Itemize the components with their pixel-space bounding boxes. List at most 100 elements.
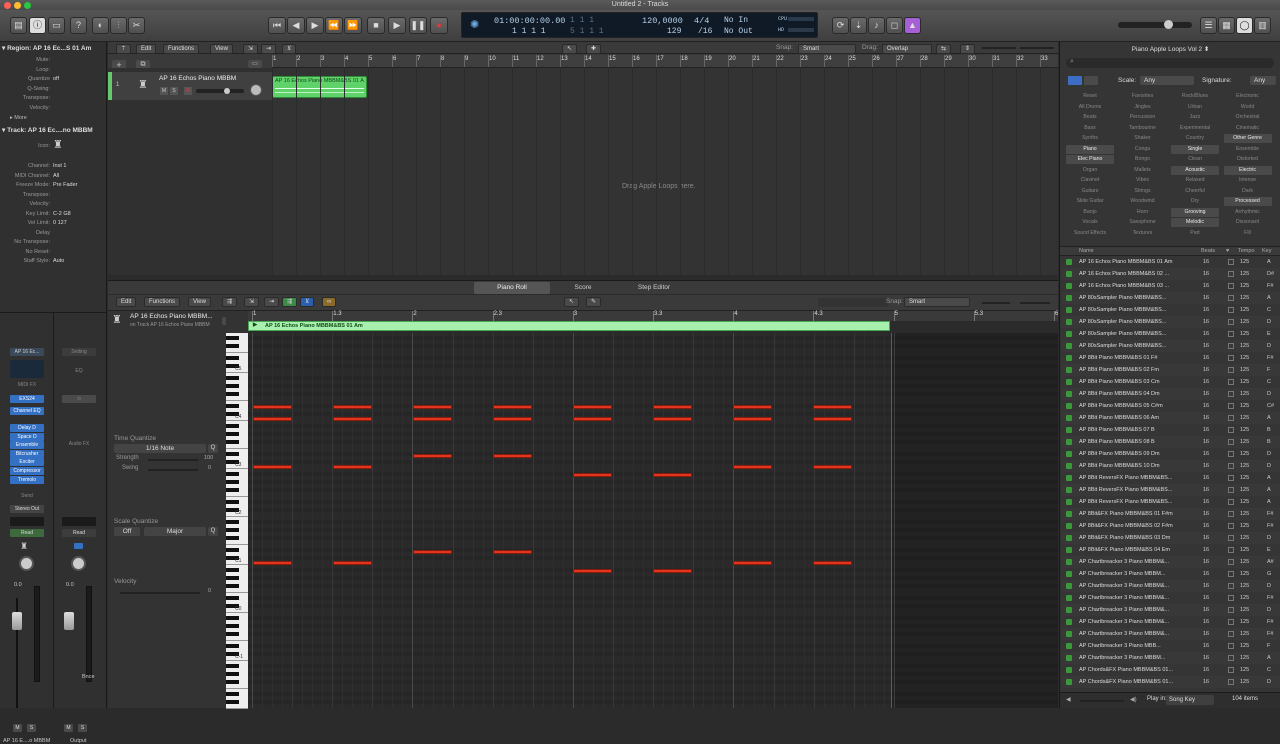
close-window-button[interactable] xyxy=(4,2,11,9)
snap-select[interactable]: Smart xyxy=(904,297,970,307)
quantize-button[interactable]: Q xyxy=(208,444,218,453)
automation-read-button[interactable]: Read xyxy=(10,529,44,537)
pencil-tool-icon[interactable]: ✚ xyxy=(586,44,602,54)
track-header-1[interactable]: 1 ♜ AP 16 Echos Piano MBBM M S R xyxy=(108,72,272,100)
view-menu[interactable]: View xyxy=(210,44,233,54)
inspector-button[interactable]: ⓘ xyxy=(29,17,46,34)
send-slot[interactable]: Send xyxy=(10,492,44,500)
keyword-button[interactable]: Orchestral xyxy=(1224,113,1272,122)
global-tracks-toggle[interactable]: ▭ xyxy=(248,60,262,68)
channel-eq-slot[interactable]: Channel EQ xyxy=(10,407,44,415)
play-in-select[interactable]: Song Key xyxy=(1166,695,1214,705)
favorite-checkbox[interactable] xyxy=(1228,391,1234,397)
region-param-row[interactable]: Mute: xyxy=(2,56,104,65)
black-key[interactable] xyxy=(226,404,239,408)
black-key[interactable] xyxy=(226,596,239,600)
loop-list-item[interactable]: AP 8Bit Piano MBBM&BS 03 Cm 16 125 C xyxy=(1062,376,1280,388)
favorite-checkbox[interactable] xyxy=(1228,655,1234,661)
cycle-icon[interactable]: ⟳ xyxy=(832,17,849,34)
loop-list-item[interactable]: AP 8Bit ReversFX Piano MBBM&BS... 16 125 A xyxy=(1062,496,1280,508)
keyword-button[interactable]: Rock/Blues xyxy=(1171,92,1219,101)
column-tempo-header[interactable]: Tempo xyxy=(1238,248,1255,254)
keyword-button[interactable]: Bass xyxy=(1066,124,1114,133)
loop-list-item[interactable]: AP 8Bit Piano MBBM&BS 09 Dm 16 125 D xyxy=(1062,448,1280,460)
loop-list-item[interactable]: AP 8Bit Piano MBBM&BS 02 Fm 16 125 F xyxy=(1062,364,1280,376)
piano-roll-grid[interactable] xyxy=(248,333,1058,708)
keyword-button[interactable]: Sound Effects xyxy=(1066,229,1114,238)
prev-marker-icon[interactable]: ◀ xyxy=(287,17,305,34)
black-key[interactable] xyxy=(226,576,239,580)
favorite-checkbox[interactable] xyxy=(1228,535,1234,541)
black-key[interactable] xyxy=(226,568,239,572)
favorite-checkbox[interactable] xyxy=(1228,547,1234,553)
track-pan-knob[interactable] xyxy=(250,84,262,96)
lcd-display[interactable]: ✺ 01:00:00:00.00 1 1 1 1 1 1 1 5 1 1 1 1… xyxy=(461,12,818,38)
loop-browser-icon[interactable]: ◯ xyxy=(1236,17,1253,34)
favorite-checkbox[interactable] xyxy=(1228,499,1234,505)
track-param-row[interactable]: Key Limit: C-2 G8 xyxy=(2,210,104,219)
track-param-row[interactable]: Delay xyxy=(2,229,104,238)
midi-note[interactable] xyxy=(333,417,372,421)
loop-list-item[interactable]: AP Chartbreacker 3 Piano MBBM&... 16 125 F# xyxy=(1062,592,1280,604)
keyword-button[interactable]: Conga xyxy=(1119,145,1167,154)
favorite-checkbox[interactable] xyxy=(1228,643,1234,649)
black-key[interactable] xyxy=(226,432,239,436)
metronome-click-icon[interactable]: ▲ xyxy=(904,17,921,34)
browser-icon[interactable]: ▥ xyxy=(1254,17,1271,34)
black-key[interactable] xyxy=(226,584,239,588)
loop-list-item[interactable]: AP 16 Echos Piano MBBM&BS 03 ... 16 125 F# xyxy=(1062,280,1280,292)
black-key[interactable] xyxy=(226,488,239,492)
midi-note[interactable] xyxy=(253,561,292,565)
keyword-button[interactable]: Intense xyxy=(1224,176,1272,185)
scale-quantize-root-select[interactable]: Off xyxy=(114,527,140,536)
functions-menu[interactable]: Functions xyxy=(163,44,200,54)
keyword-button[interactable]: Electric xyxy=(1223,165,1272,175)
volume-fader[interactable] xyxy=(64,612,74,630)
black-key[interactable] xyxy=(226,624,239,628)
loop-list-item[interactable]: AP Chartbreacker 3 Piano MBB... 16 125 F xyxy=(1062,640,1280,652)
keyword-button[interactable]: Textures xyxy=(1119,229,1167,238)
keyword-button[interactable]: Favorites xyxy=(1119,92,1167,101)
black-key[interactable] xyxy=(226,356,239,360)
keyword-button[interactable]: Clean xyxy=(1171,155,1219,164)
scale-quantize-scale-select[interactable]: Major xyxy=(144,527,206,536)
favorite-checkbox[interactable] xyxy=(1228,367,1234,373)
track-param-value[interactable]: All xyxy=(53,172,59,181)
keyword-button[interactable]: Strings xyxy=(1119,187,1167,196)
favorite-checkbox[interactable] xyxy=(1228,595,1234,601)
notepad-icon[interactable]: ▦ xyxy=(1218,17,1235,34)
region-param-value[interactable]: off xyxy=(53,75,59,84)
black-key[interactable] xyxy=(226,500,239,504)
zoom-window-button[interactable] xyxy=(24,2,31,9)
midi-note[interactable] xyxy=(493,550,532,554)
catch-icon[interactable]: ⇲ xyxy=(243,44,259,54)
bar-ruler[interactable]: 1 2 3 4 5 6 7 8 9 10 11 12 13 14 15 16 17 18 19 20 21 22 23 24 2… xyxy=(272,55,1058,68)
favorite-checkbox[interactable] xyxy=(1228,379,1234,385)
track-param-value[interactable]: Inst 1 xyxy=(53,162,66,171)
midi-note[interactable] xyxy=(653,405,692,409)
audio-fx-slot[interactable]: Tremolo xyxy=(10,475,44,484)
fast-forward-icon[interactable]: ⏩ xyxy=(344,17,362,34)
keyword-button[interactable]: Horn xyxy=(1119,208,1167,217)
region-param-row[interactable]: Transpose: xyxy=(2,94,104,103)
automation-read-button[interactable]: Read xyxy=(62,529,96,537)
loop-list-item[interactable]: AP Chords&FX Piano MBBM&BS 01... 16 125 D xyxy=(1062,676,1280,688)
pencil-tool-icon[interactable]: ✎ xyxy=(586,297,602,307)
solo-button[interactable]: S xyxy=(78,724,87,732)
tab-piano-roll[interactable]: Piano Roll xyxy=(474,282,550,294)
keyword-button[interactable]: Reset xyxy=(1066,92,1114,101)
link-catch-icon[interactable]: ⇥ xyxy=(264,297,280,307)
keyword-button[interactable]: Ensemble xyxy=(1224,145,1272,154)
keyword-button[interactable]: Country xyxy=(1171,134,1219,143)
favorite-checkbox[interactable] xyxy=(1228,559,1234,565)
black-key[interactable] xyxy=(226,700,239,704)
black-key[interactable] xyxy=(226,472,239,476)
favorite-checkbox[interactable] xyxy=(1228,427,1234,433)
black-key[interactable] xyxy=(226,536,239,540)
keyword-button[interactable]: Grooving xyxy=(1171,207,1219,217)
keyword-button[interactable]: Processed xyxy=(1223,197,1272,206)
loop-list-item[interactable]: AP Chartbreacker 3 Piano MBBM... 16 125 G xyxy=(1062,568,1280,580)
next-marker-icon[interactable]: ▶ xyxy=(306,17,324,34)
favorite-checkbox[interactable] xyxy=(1228,631,1234,637)
midi-in-icon[interactable]: ⇶ xyxy=(222,297,238,307)
